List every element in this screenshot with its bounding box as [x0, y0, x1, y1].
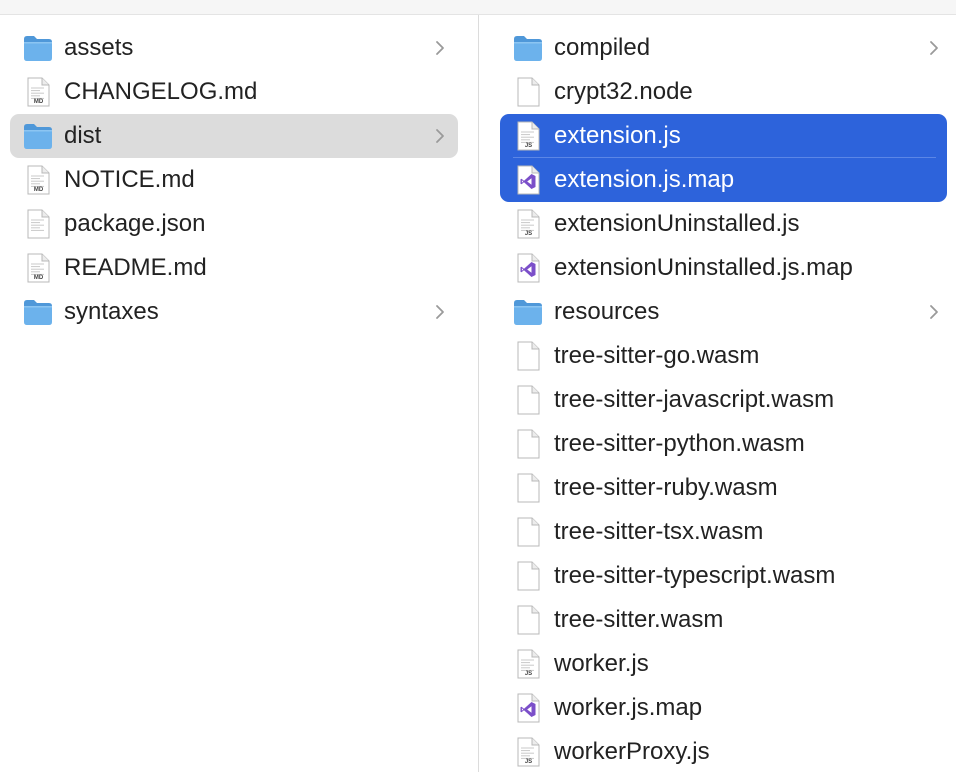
file-name-label: tree-sitter-typescript.wasm — [554, 562, 836, 589]
file-name-label: workerProxy.js — [554, 738, 710, 765]
file-name-label: package.json — [64, 210, 206, 237]
file-name-label: tree-sitter-go.wasm — [554, 342, 760, 369]
chevron-right-icon[interactable] — [434, 127, 446, 145]
file-name-label: dist — [64, 122, 102, 149]
markdown-file-icon: MD — [22, 77, 54, 107]
javascript-file-icon: JS — [512, 737, 544, 767]
svg-text:JS: JS — [525, 231, 532, 237]
folder-icon — [22, 33, 54, 63]
markdown-file-icon: MD — [22, 165, 54, 195]
blank-file-icon — [512, 605, 544, 635]
file-row-readme-md[interactable]: MD README.md — [0, 246, 478, 290]
column-left[interactable]: assets MD CHANGELOG.md dist MD NOTICE.md packa… — [0, 15, 479, 772]
blank-file-icon — [512, 561, 544, 591]
file-row-tree-sitter-typescript-wasm[interactable]: tree-sitter-typescript.wasm — [479, 554, 956, 598]
file-row-dist[interactable]: dist — [0, 114, 478, 158]
file-name-label: tree-sitter-javascript.wasm — [554, 386, 835, 413]
file-name-label: worker.js — [554, 650, 649, 677]
file-name-label: NOTICE.md — [64, 166, 195, 193]
file-name-label: resources — [554, 298, 660, 325]
javascript-file-icon: JS — [512, 209, 544, 239]
file-row-resources[interactable]: resources — [479, 290, 956, 334]
file-row-extension-js-map[interactable]: extension.js.map — [479, 158, 956, 202]
file-name-label: tree-sitter.wasm — [554, 606, 724, 633]
file-name-label: CHANGELOG.md — [64, 78, 258, 105]
file-list-left: assets MD CHANGELOG.md dist MD NOTICE.md packa… — [0, 26, 478, 334]
column-right[interactable]: compiled crypt32.node JS extension.js extens… — [479, 15, 956, 772]
file-name-label: tree-sitter-ruby.wasm — [554, 474, 778, 501]
file-name-label: extensionUninstalled.js.map — [554, 254, 853, 281]
file-row-extension-js[interactable]: JS extension.js — [479, 114, 956, 158]
file-name-label: extension.js — [554, 122, 681, 149]
file-row-syntaxes[interactable]: syntaxes — [0, 290, 478, 334]
file-row-extensionuninstalled-js[interactable]: JS extensionUninstalled.js — [479, 202, 956, 246]
file-row-tree-sitter-tsx-wasm[interactable]: tree-sitter-tsx.wasm — [479, 510, 956, 554]
blank-file-icon — [512, 77, 544, 107]
source-map-file-icon — [512, 693, 544, 723]
file-name-label: extension.js.map — [554, 166, 735, 193]
folder-icon — [512, 297, 544, 327]
file-row-crypt32-node[interactable]: crypt32.node — [479, 70, 956, 114]
chevron-right-icon[interactable] — [434, 303, 446, 321]
file-name-label: syntaxes — [64, 298, 159, 325]
file-row-tree-sitter-go-wasm[interactable]: tree-sitter-go.wasm — [479, 334, 956, 378]
file-name-label: tree-sitter-python.wasm — [554, 430, 805, 457]
file-row-worker-js[interactable]: JS worker.js — [479, 642, 956, 686]
file-row-notice-md[interactable]: MD NOTICE.md — [0, 158, 478, 202]
file-name-label: crypt32.node — [554, 78, 693, 105]
blank-file-icon — [512, 473, 544, 503]
svg-text:JS: JS — [525, 759, 532, 765]
file-row-tree-sitter-python-wasm[interactable]: tree-sitter-python.wasm — [479, 422, 956, 466]
folder-icon — [22, 297, 54, 327]
file-name-label: assets — [64, 34, 134, 61]
file-row-assets[interactable]: assets — [0, 26, 478, 70]
blank-file-icon — [512, 385, 544, 415]
file-row-tree-sitter-ruby-wasm[interactable]: tree-sitter-ruby.wasm — [479, 466, 956, 510]
column-header-strip — [0, 0, 956, 15]
file-row-compiled[interactable]: compiled — [479, 26, 956, 70]
file-list-right: compiled crypt32.node JS extension.js extens… — [479, 26, 956, 772]
file-name-label: extensionUninstalled.js — [554, 210, 800, 237]
javascript-file-icon: JS — [512, 649, 544, 679]
file-name-label: tree-sitter-tsx.wasm — [554, 518, 764, 545]
file-row-tree-sitter-wasm[interactable]: tree-sitter.wasm — [479, 598, 956, 642]
folder-icon — [512, 33, 544, 63]
svg-text:MD: MD — [34, 99, 44, 105]
chevron-right-icon[interactable] — [928, 39, 940, 57]
file-name-label: worker.js.map — [554, 694, 703, 721]
svg-text:JS: JS — [525, 143, 532, 149]
blank-file-icon — [512, 517, 544, 547]
file-row-package-json[interactable]: package.json — [0, 202, 478, 246]
chevron-right-icon[interactable] — [434, 39, 446, 57]
blank-file-icon — [512, 429, 544, 459]
file-row-extensionuninstalled-js-map[interactable]: extensionUninstalled.js.map — [479, 246, 956, 290]
markdown-file-icon: MD — [22, 253, 54, 283]
javascript-file-icon: JS — [512, 121, 544, 151]
svg-text:JS: JS — [525, 671, 532, 677]
svg-text:MD: MD — [34, 275, 44, 281]
chevron-right-icon[interactable] — [928, 303, 940, 321]
file-name-label: compiled — [554, 34, 651, 61]
file-row-workerproxy-js[interactable]: JS workerProxy.js — [479, 730, 956, 772]
file-row-tree-sitter-javascript-wasm[interactable]: tree-sitter-javascript.wasm — [479, 378, 956, 422]
document-file-icon — [22, 209, 54, 239]
file-row-changelog-md[interactable]: MD CHANGELOG.md — [0, 70, 478, 114]
file-name-label: README.md — [64, 254, 207, 281]
folder-icon — [22, 121, 54, 151]
source-map-file-icon — [512, 253, 544, 283]
svg-text:MD: MD — [34, 187, 44, 193]
blank-file-icon — [512, 341, 544, 371]
source-map-file-icon — [512, 165, 544, 195]
file-row-worker-js-map[interactable]: worker.js.map — [479, 686, 956, 730]
